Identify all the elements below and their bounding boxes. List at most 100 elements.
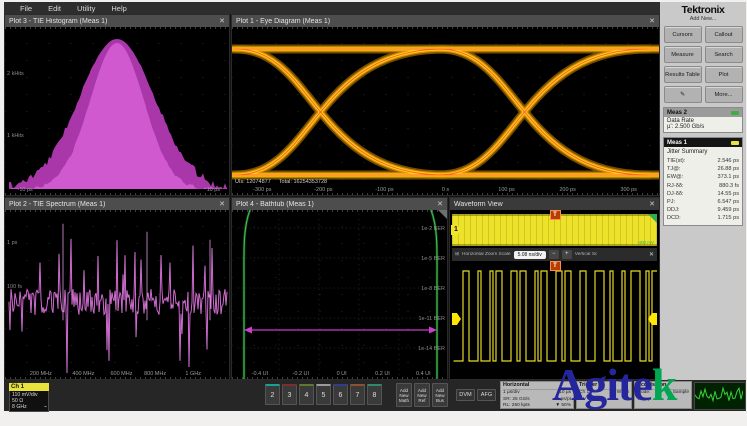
probe-icon: ⌁: [44, 404, 47, 410]
meas2-body: Data Rate µ': 2.500 Gb/s: [664, 117, 742, 132]
measure-button[interactable]: Measure: [664, 46, 702, 63]
afg-button[interactable]: AFG: [477, 389, 496, 401]
tick-label: 200 ps: [559, 187, 576, 193]
tick-label: 300 ps: [620, 187, 637, 193]
plot2-title-bar[interactable]: Plot 2 - TIE Spectrum (Meas 1) ✕: [5, 198, 229, 210]
scope-application: File Edit Utility Help Plot 3 - TIE Hist…: [4, 2, 746, 411]
waveform-close-icon[interactable]: ✕: [649, 200, 655, 208]
histogram-y-label: 2 kHits: [7, 71, 24, 77]
plot4-title: Plot 4 - Bathtub (Meas 1): [236, 201, 314, 208]
jitter-label: PJ:: [667, 198, 675, 206]
menu-help[interactable]: Help: [111, 4, 126, 13]
channel7-button[interactable]: 7: [350, 384, 365, 405]
meas2-header: Meas 2: [664, 108, 742, 117]
channel6-button[interactable]: 6: [333, 384, 348, 405]
eye-diagram-trace: [232, 27, 659, 195]
jitter-summary-title: Jitter Summary: [667, 148, 739, 157]
draw-annotation-button[interactable]: ✎: [664, 86, 702, 103]
tick-label: 400 MHz: [72, 371, 94, 377]
jitter-value: 26.88 ps: [718, 165, 739, 173]
bathtub-trace: [232, 210, 447, 379]
plot3-histogram-window: Plot 3 - TIE Histogram (Meas 1) ✕ 2 kHit…: [4, 14, 230, 196]
meas1-badge[interactable]: Meas 1 Jitter Summary TIE(st):2.546 ps T…: [663, 137, 743, 226]
tick-label: 600 MHz: [110, 371, 132, 377]
sidebar-button-grid: Cursors Callout Measure Search Results T…: [660, 26, 746, 103]
channel3-button[interactable]: 3: [282, 384, 297, 405]
tick-label: 1 GHz: [185, 371, 201, 377]
trigger-marker-icon[interactable]: T: [550, 261, 561, 271]
jitter-label: DCD:: [667, 214, 681, 222]
menu-edit[interactable]: Edit: [48, 4, 61, 13]
jitter-value: 14.55 ps: [718, 190, 739, 198]
jitter-row: TJ@:26.88 ps: [667, 165, 739, 173]
menu-file[interactable]: File: [20, 4, 32, 13]
record-length: RL: 250 kpts: [503, 403, 530, 410]
meas1-status-led: [731, 141, 739, 145]
overview-corner-icon: [648, 214, 657, 223]
plot4-canvas: 1e-2 BER 1e-5 BER 1e-8 BER 1e-11 BER 1e-…: [232, 210, 447, 379]
channel8-button[interactable]: 8: [367, 384, 382, 405]
search-button[interactable]: Search: [705, 46, 743, 63]
trigger-marker-icon[interactable]: T: [550, 210, 561, 220]
add-new-ref-button[interactable]: Add New Ref: [414, 383, 430, 407]
results-table-button[interactable]: Results Table: [664, 66, 702, 83]
zoom-close-icon[interactable]: ✕: [649, 251, 654, 258]
screen: File Edit Utility Help Plot 3 - TIE Hist…: [0, 0, 747, 426]
jitter-value: 9.459 ps: [718, 206, 739, 214]
grid-icon[interactable]: ⊞: [455, 252, 459, 257]
jitter-row: TIE(st):2.546 ps: [667, 157, 739, 165]
tick-label: 100 ps: [498, 187, 515, 193]
channel1-badge[interactable]: Ch 1 110 mV/div 50 Ω 8 GHz ⌁: [9, 383, 49, 412]
dvm-button[interactable]: DVM: [456, 389, 475, 401]
tektronix-logo: Tektronix: [660, 4, 746, 16]
more-button[interactable]: More...: [705, 86, 743, 103]
channel2-button[interactable]: 2: [265, 384, 280, 405]
zoom-scale-value[interactable]: 5.08 ns/div: [514, 251, 546, 259]
tick-label: -10 ps: [18, 187, 33, 193]
add-new-bus-button[interactable]: Add New Bus: [432, 383, 448, 407]
menu-utility[interactable]: Utility: [77, 4, 95, 13]
meas1-body: Jitter Summary TIE(st):2.546 ps TJ@:26.8…: [664, 147, 742, 225]
watermark-text-green: k: [652, 359, 677, 410]
plot1-title-bar[interactable]: Plot 1 - Eye Diagram (Meas 1) ✕: [232, 15, 659, 27]
ber-label: 1e-2 BER: [421, 226, 445, 232]
meas2-status-led: [731, 111, 739, 115]
tick-label: 800 MHz: [144, 371, 166, 377]
channel1-bandwidth: 8 GHz: [12, 404, 46, 410]
jitter-row: DDJ:9.459 ps: [667, 206, 739, 214]
meas2-value: µ': 2.500 Gb/s: [667, 124, 739, 130]
plot1-close-icon[interactable]: ✕: [649, 17, 655, 25]
plot4-bathtub-window: Plot 4 - Bathtub (Meas 1) ✕ 1e-2 BER 1e-…: [231, 197, 448, 380]
jitter-label: RJ-δδ:: [667, 182, 683, 190]
channel1-marker[interactable]: 1: [451, 225, 461, 235]
callout-button[interactable]: Callout: [705, 26, 743, 43]
eye-stats: UIs: 12074877 Total: 16254353728: [235, 179, 327, 185]
jitter-label: TIE(st):: [667, 157, 685, 165]
plot-button[interactable]: Plot: [705, 66, 743, 83]
waveform-view-window: Waveform View ✕ 1 T -400 mV ⊞ Horizontal…: [449, 197, 660, 380]
channel5-button[interactable]: 5: [316, 384, 331, 405]
waveform-title-bar[interactable]: Waveform View ✕: [450, 198, 659, 210]
zoom-in-button[interactable]: +: [562, 250, 572, 259]
meas2-badge[interactable]: Meas 2 Data Rate µ': 2.500 Gb/s: [663, 107, 743, 133]
zoom-out-button[interactable]: −: [549, 250, 559, 259]
eye-total-count: Total: 16254353728: [279, 179, 327, 185]
jitter-value: 373.1 ps: [718, 173, 739, 181]
trigger-waveform-thumbnail[interactable]: [694, 382, 746, 410]
plot3-close-icon[interactable]: ✕: [219, 17, 225, 25]
plot4-close-icon[interactable]: ✕: [437, 200, 443, 208]
plot4-title-bar[interactable]: Plot 4 - Bathtub (Meas 1) ✕: [232, 198, 447, 210]
ber-label: 1e-11 BER: [419, 316, 446, 322]
tick-label: 200 MHz: [30, 371, 52, 377]
waveform-overview-band[interactable]: 1 T -400 mV: [452, 214, 657, 246]
watermark-text: Agite: [552, 359, 652, 410]
jitter-value: 1.715 ps: [718, 214, 739, 222]
plot1-eye-window: Plot 1 - Eye Diagram (Meas 1) ✕ UIs: 120…: [231, 14, 660, 196]
plot2-close-icon[interactable]: ✕: [219, 200, 225, 208]
plot3-title: Plot 3 - TIE Histogram (Meas 1): [9, 18, 107, 25]
add-new-math-button[interactable]: Add New Math: [396, 383, 412, 407]
tick-label: 0 UI: [337, 371, 347, 377]
channel4-button[interactable]: 4: [299, 384, 314, 405]
cursors-button[interactable]: Cursors: [664, 26, 702, 43]
plot3-title-bar[interactable]: Plot 3 - TIE Histogram (Meas 1) ✕: [5, 15, 229, 27]
